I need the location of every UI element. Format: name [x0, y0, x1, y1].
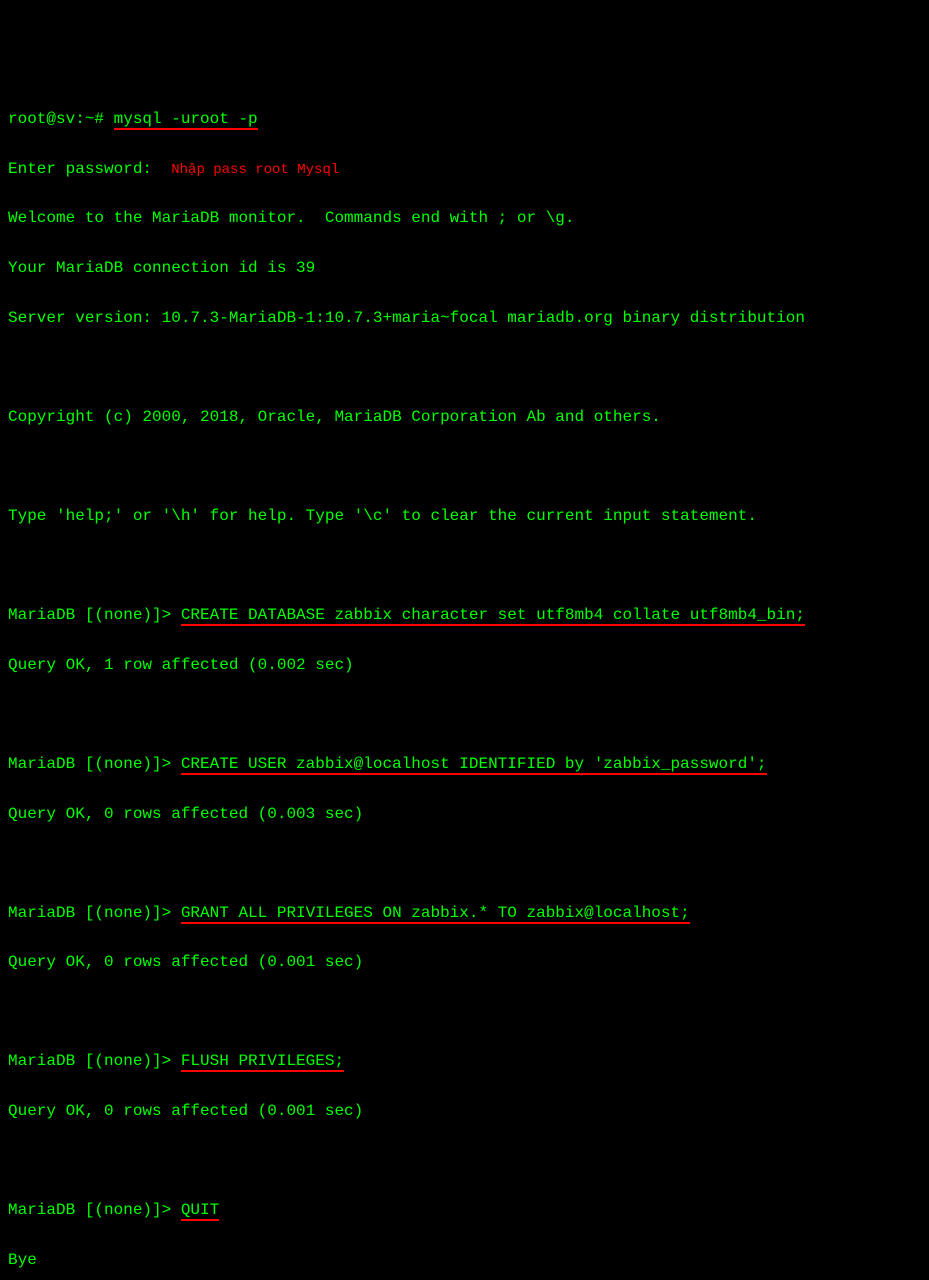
welcome-text: Welcome to the MariaDB monitor. Commands… — [8, 209, 575, 227]
terminal-line-output: Query OK, 0 rows affected (0.001 sec) — [8, 1099, 921, 1124]
terminal-line-sql: MariaDB [(none)]> GRANT ALL PRIVILEGES O… — [8, 901, 921, 926]
terminal-line-output: Bye — [8, 1248, 921, 1273]
query-result: Query OK, 0 rows affected (0.001 sec) — [8, 953, 363, 971]
terminal-line-output: Your MariaDB connection id is 39 — [8, 256, 921, 281]
terminal-line-output: Copyright (c) 2000, 2018, Oracle, MariaD… — [8, 405, 921, 430]
query-result: Query OK, 0 rows affected (0.001 sec) — [8, 1102, 363, 1120]
terminal-line-blank — [8, 355, 921, 380]
terminal-line-sql: MariaDB [(none)]> CREATE USER zabbix@loc… — [8, 752, 921, 777]
terminal-line-output: Query OK, 0 rows affected (0.003 sec) — [8, 802, 921, 827]
command-mysql: mysql -uroot -p — [114, 110, 258, 130]
mariadb-prompt: MariaDB [(none)]> — [8, 1052, 181, 1070]
mariadb-prompt: MariaDB [(none)]> — [8, 904, 181, 922]
terminal-line-blank — [8, 851, 921, 876]
sql-grant-privileges: GRANT ALL PRIVILEGES ON zabbix.* TO zabb… — [181, 904, 690, 924]
terminal-line-password: Enter password: Nhập pass root Mysql — [8, 157, 921, 182]
mariadb-prompt: MariaDB [(none)]> — [8, 755, 181, 773]
sql-create-database: CREATE DATABASE zabbix character set utf… — [181, 606, 805, 626]
shell-prompt: root@sv:~# — [8, 110, 114, 128]
mariadb-prompt: MariaDB [(none)]> — [8, 606, 181, 624]
bye-text: Bye — [8, 1251, 37, 1269]
help-text: Type 'help;' or '\h' for help. Type '\c'… — [8, 507, 757, 525]
server-version-text: Server version: 10.7.3-MariaDB-1:10.7.3+… — [8, 309, 805, 327]
terminal-line-output: Welcome to the MariaDB monitor. Commands… — [8, 206, 921, 231]
terminal-line-output: Query OK, 1 row affected (0.002 sec) — [8, 653, 921, 678]
annotation-text: Nhập pass root Mysql — [171, 162, 339, 178]
connection-id-text: Your MariaDB connection id is 39 — [8, 259, 315, 277]
sql-quit: QUIT — [181, 1201, 219, 1221]
terminal-line-blank — [8, 1000, 921, 1025]
query-result: Query OK, 0 rows affected (0.003 sec) — [8, 805, 363, 823]
terminal-line-blank — [8, 554, 921, 579]
sql-create-user: CREATE USER zabbix@localhost IDENTIFIED … — [181, 755, 767, 775]
terminal-line-sql: MariaDB [(none)]> CREATE DATABASE zabbix… — [8, 603, 921, 628]
terminal-line-output: Query OK, 0 rows affected (0.001 sec) — [8, 950, 921, 975]
terminal-line-sql: MariaDB [(none)]> FLUSH PRIVILEGES; — [8, 1049, 921, 1074]
terminal-line-output: Server version: 10.7.3-MariaDB-1:10.7.3+… — [8, 306, 921, 331]
enter-password-label: Enter password: — [8, 160, 152, 178]
terminal-line-prompt: root@sv:~# mysql -uroot -p — [8, 107, 921, 132]
terminal-line-sql: MariaDB [(none)]> QUIT — [8, 1198, 921, 1223]
terminal-line-blank — [8, 1149, 921, 1174]
sql-flush-privileges: FLUSH PRIVILEGES; — [181, 1052, 344, 1072]
copyright-text: Copyright (c) 2000, 2018, Oracle, MariaD… — [8, 408, 661, 426]
terminal-line-blank — [8, 702, 921, 727]
mariadb-prompt: MariaDB [(none)]> — [8, 1201, 181, 1219]
terminal-line-blank — [8, 454, 921, 479]
query-result: Query OK, 1 row affected (0.002 sec) — [8, 656, 354, 674]
terminal-line-output: Type 'help;' or '\h' for help. Type '\c'… — [8, 504, 921, 529]
